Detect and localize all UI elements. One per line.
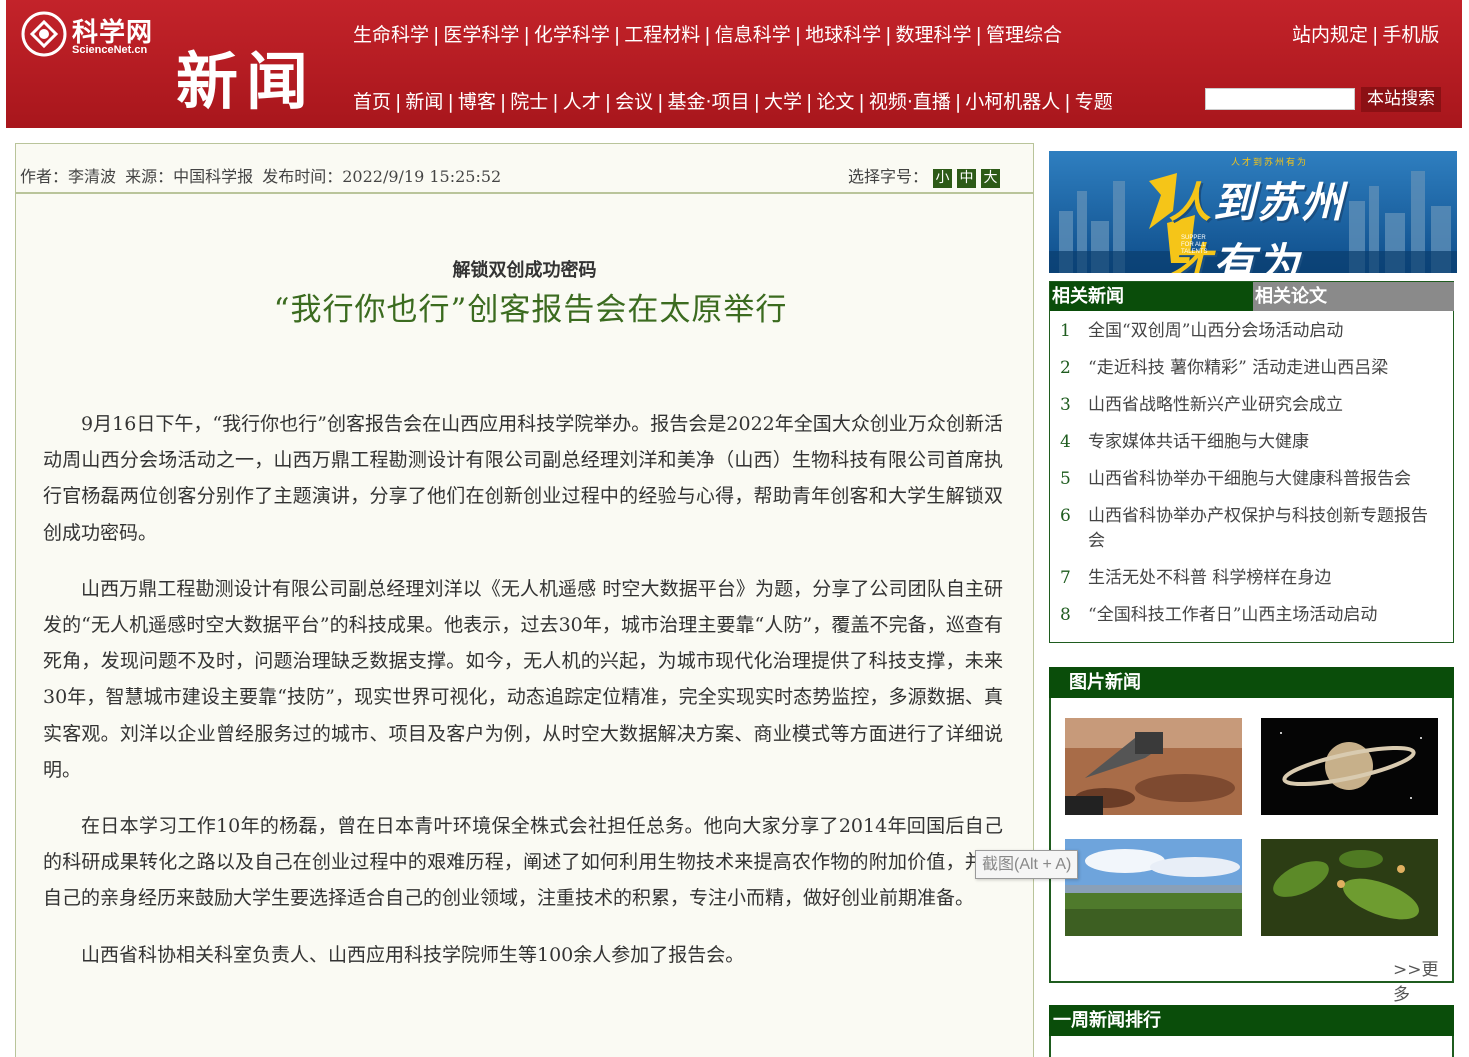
list-item[interactable]: 6 山西省科协举办产权保护与科技创新专题报告会 <box>1058 504 1448 554</box>
nav-link-information[interactable]: 信息科学 <box>715 20 791 47</box>
nav-link-fund-project[interactable]: 基金·项目 <box>668 87 750 114</box>
nav-link-medical-science[interactable]: 医学科学 <box>443 20 519 47</box>
article-source: 来源：中国科学报 <box>125 167 254 186</box>
list-item[interactable]: 3 山西省战略性新兴产业研究会成立 <box>1058 393 1448 418</box>
nav-link-news[interactable]: 新闻 <box>405 87 443 114</box>
font-size-selector: 选择字号：小中大 <box>848 163 1001 188</box>
nav-link-robot[interactable]: 小柯机器人 <box>965 87 1060 114</box>
list-item[interactable]: 5 山西省科协举办干细胞与大健康科普报告会 <box>1058 467 1448 492</box>
ad-headline-top: 到苏州 <box>1213 178 1346 227</box>
nav-link-mobile[interactable]: 手机版 <box>1382 20 1439 47</box>
picture-news-title: 图片新闻 <box>1049 667 1454 698</box>
nav-link-special[interactable]: 专题 <box>1075 87 1113 114</box>
font-size-label: 选择字号： <box>848 167 929 186</box>
nav-link-management[interactable]: 管理综合 <box>986 20 1062 47</box>
ad-badge: SUPPER FOR ALL TALENTS <box>1181 235 1208 255</box>
tab-related-news[interactable]: 相关新闻 <box>1050 282 1253 311</box>
picture-news-thumb-plant[interactable] <box>1261 839 1438 936</box>
article-meta: 作者：李清波 来源：中国科学报 发布时间：2022/9/19 15:25:52 … <box>16 144 1033 194</box>
article-title: “我行你也行”创客报告会在太原举行 <box>273 292 788 328</box>
article-body: 9月16日下午，“我行你也行”创客报告会在山西应用科技学院举办。报告会是2022… <box>43 406 1003 993</box>
nav-link-home[interactable]: 首页 <box>353 87 391 114</box>
ad-char: 人 <box>1169 178 1214 227</box>
nav-link-earth-science[interactable]: 地球科学 <box>805 20 881 47</box>
list-item[interactable]: 1 全国“双创周”山西分会场活动启动 <box>1058 319 1448 344</box>
list-item[interactable]: 2 “走近科技 薯你精彩” 活动走进山西吕梁 <box>1058 356 1448 381</box>
nav-link-site-rules[interactable]: 站内规定 <box>1292 20 1368 47</box>
nav-link-paper[interactable]: 论文 <box>816 87 854 114</box>
article-panel: 作者：李清波 来源：中国科学报 发布时间：2022/9/19 15:25:52 … <box>15 143 1034 1057</box>
nav-link-life-science[interactable]: 生命科学 <box>353 20 429 47</box>
ad-headline: 人到苏州 才有为 <box>1169 169 1345 273</box>
related-panel: 相关新闻 相关论文 1 全国“双创周”山西分会场活动启动 2 “走近科技 薯你精彩”… <box>1049 281 1454 643</box>
article-paragraph: 山西万鼎工程勘测设计有限公司副总经理刘洋以《无人机遥感 时空大数据平台》为题，分… <box>43 577 1003 781</box>
search-button[interactable]: 本站搜索 <box>1361 87 1441 112</box>
nav-link-academician[interactable]: 院士 <box>510 87 548 114</box>
picture-news-panel: 图片新闻 >>更多 <box>1049 667 1454 1005</box>
article-paragraph: 9月16日下午，“我行你也行”创客报告会在山西应用科技学院举办。报告会是2022… <box>43 413 1003 544</box>
list-item[interactable]: 8 “全国科技工作者日”山西主场活动启动 <box>1058 603 1448 628</box>
list-item[interactable]: 4 专家媒体共话干细胞与大健康 <box>1058 430 1448 455</box>
related-news-list: 1 全国“双创周”山西分会场活动启动 2 “走近科技 薯你精彩” 活动走进山西吕梁 … <box>1050 311 1453 628</box>
article-time: 发布时间：2022/9/19 15:25:52 <box>262 167 502 186</box>
nav-link-math-physics[interactable]: 数理科学 <box>896 20 972 47</box>
nav-link-meeting[interactable]: 会议 <box>615 87 653 114</box>
site-header: 科学网 ScienceNet.cn 新闻 生命科学 | 医学科学 | 化学科学 | 工程材料… <box>6 0 1462 128</box>
list-item[interactable]: 7 生活无处不科普 科学榜样在身边 <box>1058 566 1448 591</box>
article-subtitle: 解锁双创成功密码 <box>452 260 597 281</box>
weekly-ranking-panel: 一周新闻排行 <box>1049 1005 1454 1057</box>
ad-banner[interactable]: 人才到苏州有为 人到苏州 才有为 SUPPER FOR ALL TALENTS <box>1049 151 1457 273</box>
ad-headline-bottom: 有为 <box>1213 239 1302 273</box>
utility-nav: 站内规定 | 手机版 <box>1292 20 1439 47</box>
logo-subtext: ScienceNet.cn <box>72 44 148 56</box>
main-nav: 首页 | 新闻 | 博客 | 院士 | 人才 | 会议 | 基金·项目 | 大学 | 论文 | 视频·直播 | 小柯机器… <box>353 87 1113 114</box>
article-paragraph: 在日本学习工作10年的杨磊，曾在日本青叶环境保全株式会社担任总务。他向大家分享了… <box>43 815 1003 910</box>
search-input[interactable] <box>1205 88 1355 110</box>
picture-news-thumb-mars-rover[interactable] <box>1065 718 1242 815</box>
font-size-small-button[interactable]: 小 <box>933 169 953 188</box>
font-size-large-button[interactable]: 大 <box>981 169 1001 188</box>
picture-news-thumb-saturn[interactable] <box>1261 718 1438 815</box>
section-title: 新闻 <box>176 45 317 118</box>
nav-link-talent[interactable]: 人才 <box>563 87 601 114</box>
weekly-ranking-title: 一周新闻排行 <box>1049 1005 1454 1036</box>
nav-link-video-live[interactable]: 视频·直播 <box>869 87 951 114</box>
screenshot-tooltip: 截图(Alt + A) <box>975 850 1079 879</box>
ad-caption: 人才到苏州有为 <box>1231 158 1309 168</box>
article-author: 作者：李清波 <box>20 167 117 186</box>
tab-related-papers[interactable]: 相关论文 <box>1253 282 1454 311</box>
logo-icon <box>21 11 67 57</box>
nav-link-university[interactable]: 大学 <box>764 87 802 114</box>
top-nav: 生命科学 | 医学科学 | 化学科学 | 工程材料 | 信息科学 | 地球科学 | 数理科学 | 管理综合 <box>353 20 1062 47</box>
article-paragraph: 山西省科协相关科室负责人、山西应用科技学院师生等100余人参加了报告会。 <box>81 943 745 966</box>
nav-link-engineering[interactable]: 工程材料 <box>624 20 700 47</box>
more-link[interactable]: >>更多 <box>1393 955 1452 1005</box>
nav-link-chemistry[interactable]: 化学科学 <box>534 20 610 47</box>
nav-link-blog[interactable]: 博客 <box>458 87 496 114</box>
site-logo[interactable]: 科学网 ScienceNet.cn <box>20 10 170 62</box>
picture-news-thumb-field[interactable] <box>1065 839 1242 936</box>
font-size-medium-button[interactable]: 中 <box>957 169 977 188</box>
related-tabs: 相关新闻 相关论文 <box>1050 282 1454 311</box>
